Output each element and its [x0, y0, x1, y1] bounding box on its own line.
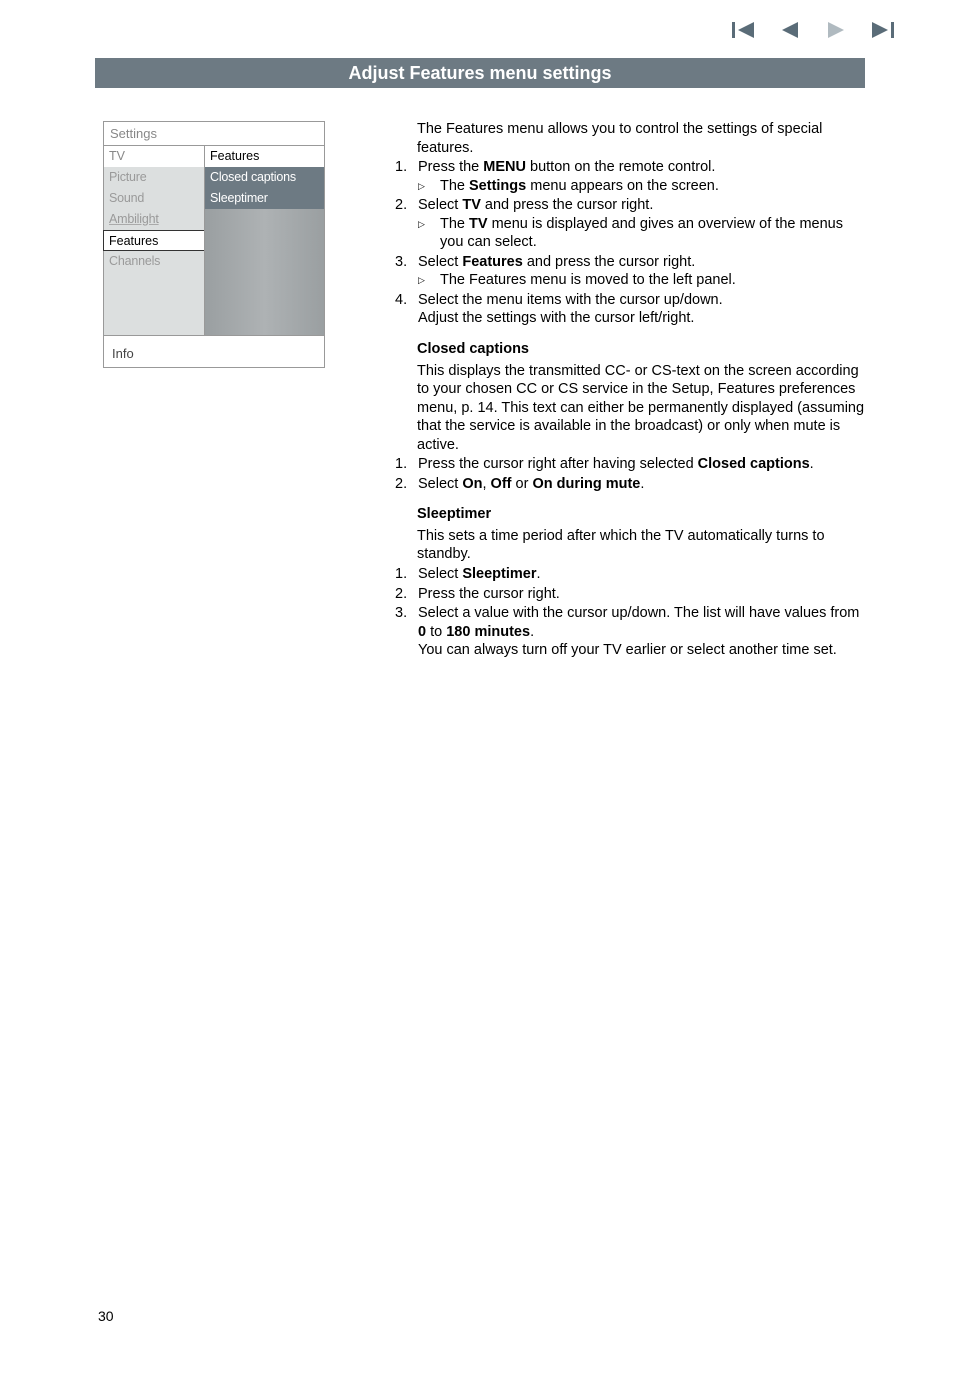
menu-picture: Picture	[104, 167, 204, 188]
step-4: 4. Select the menu items with the cursor…	[395, 291, 867, 328]
shaded-row-3	[205, 251, 324, 272]
shaded-row-1	[205, 209, 324, 230]
menu-channels: Channels	[104, 251, 204, 272]
page-number: 30	[98, 1308, 114, 1324]
panel-title: Settings	[104, 122, 324, 146]
closed-captions-text: This displays the transmitted CC- or CS-…	[417, 362, 867, 455]
st-step-3: 3. Select a value with the cursor up/dow…	[395, 604, 867, 660]
step-3: 3. Select Features and press the cursor …	[395, 253, 867, 290]
menu-sound: Sound	[104, 188, 204, 209]
closed-captions-head: Closed captions	[417, 340, 867, 359]
next-icon[interactable]	[824, 20, 848, 40]
body-text: The Features menu allows you to control …	[395, 120, 867, 661]
menu-features: Features	[103, 230, 204, 251]
sleeptimer-text: This sets a time period after which the …	[417, 527, 867, 564]
item-sleeptimer: Sleeptimer	[205, 188, 324, 209]
menu-ambilight: Ambilight	[104, 209, 204, 230]
settings-left-col: TV Picture Sound Ambilight Features Chan…	[104, 146, 205, 335]
st-step-1: 1. Select Sleeptimer.	[395, 565, 867, 584]
empty-left-3	[104, 314, 204, 335]
features-header: Features	[205, 146, 324, 167]
sleeptimer-head: Sleeptimer	[417, 505, 867, 524]
last-icon[interactable]	[870, 20, 894, 40]
first-icon[interactable]	[732, 20, 756, 40]
step-1: 1. Press the MENU button on the remote c…	[395, 158, 867, 195]
st-step-2: 2. Press the cursor right.	[395, 585, 867, 604]
settings-right-col: Features Closed captions Sleeptimer	[205, 146, 324, 335]
item-closed-captions: Closed captions	[205, 167, 324, 188]
shaded-row-4	[205, 272, 324, 293]
info-row: Info	[104, 335, 324, 367]
empty-left-1	[104, 272, 204, 293]
intro-text: The Features menu allows you to control …	[417, 120, 867, 157]
shaded-row-2	[205, 230, 324, 251]
step-2: 2. Select TV and press the cursor right.…	[395, 196, 867, 252]
shaded-row-5	[205, 293, 324, 314]
nav-icons	[732, 20, 894, 40]
cc-step-1: 1. Press the cursor right after having s…	[395, 455, 867, 474]
empty-left-2	[104, 293, 204, 314]
cc-step-2: 2. Select On, Off or On during mute.	[395, 475, 867, 494]
prev-icon[interactable]	[778, 20, 802, 40]
tv-header: TV	[104, 146, 204, 167]
settings-panel: Settings TV Picture Sound Ambilight Feat…	[103, 121, 325, 368]
shaded-row-6	[205, 314, 324, 335]
page-title: Adjust Features menu settings	[95, 58, 865, 88]
